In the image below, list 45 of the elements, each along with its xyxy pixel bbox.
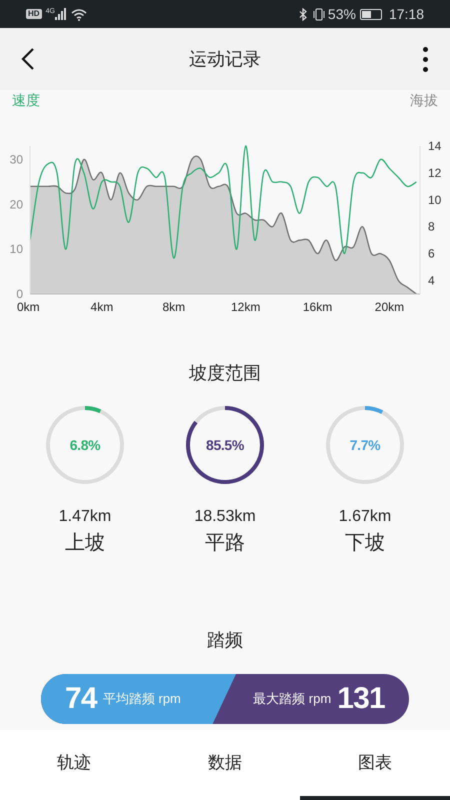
- slope-label: 上坡: [65, 531, 105, 556]
- clock-time: 17:18: [388, 4, 424, 24]
- max-cadence-value: 131: [337, 684, 385, 714]
- axis-tick-label: 14: [428, 139, 442, 153]
- section-title: 踏频: [207, 629, 243, 652]
- section-title: 坡度范围: [189, 362, 261, 385]
- axis-tick-label: 0: [16, 287, 23, 301]
- max-cadence-label: 最大踏频 rpm: [253, 690, 332, 708]
- bottom-tab[interactable]: 图表: [300, 730, 450, 800]
- bluetooth-icon: [298, 8, 308, 20]
- distance-value: 1.67km: [338, 507, 392, 527]
- signal-icon: [54, 8, 67, 20]
- page-title: 运动记录: [188, 48, 262, 70]
- vibrate-icon: [312, 8, 326, 20]
- axis-tick-label: 16km: [302, 300, 332, 314]
- axis-tick-label: 10: [10, 242, 23, 256]
- axis-tick-label: 12: [428, 166, 442, 180]
- percent-value: 7.7%: [350, 436, 380, 454]
- axis-tick-label: 4: [428, 274, 435, 288]
- average-cadence-value: 74: [65, 684, 97, 714]
- axis-tick-label: 10: [428, 192, 442, 207]
- slope-label: 平路: [205, 531, 245, 556]
- distance-value: 18.53km: [194, 507, 256, 527]
- percent-value: 6.8%: [70, 436, 100, 454]
- axis-tick-label: 12km: [231, 300, 260, 314]
- battery-icon: [360, 8, 382, 20]
- axis-tick-label: 20: [10, 197, 23, 212]
- altitude-axis-label: 海拔: [410, 91, 438, 110]
- wifi-icon: [70, 8, 87, 20]
- axis-tick-label: 8: [428, 220, 435, 234]
- axis-tick-label: 20km: [374, 300, 404, 314]
- axis-tick-label: 0km: [17, 300, 40, 314]
- axis-tick-label: 30: [10, 152, 23, 166]
- distance-value: 1.47km: [58, 507, 112, 527]
- bottom-tab[interactable]: 数据: [150, 730, 300, 800]
- battery-percent: 53%: [328, 4, 356, 24]
- average-cadence-label: 平均踏频 rpm: [102, 690, 181, 708]
- speed-axis-label: 速度: [12, 91, 40, 110]
- percent-value: 85.5%: [206, 436, 244, 454]
- axis-tick-label: 4km: [90, 300, 114, 314]
- axis-tick-label: 6: [428, 246, 435, 261]
- hd-badge: HD: [26, 9, 42, 19]
- bottom-tab[interactable]: 轨迹: [0, 730, 150, 800]
- slope-label: 下坡: [345, 531, 385, 556]
- axis-tick-label: 8km: [162, 300, 186, 314]
